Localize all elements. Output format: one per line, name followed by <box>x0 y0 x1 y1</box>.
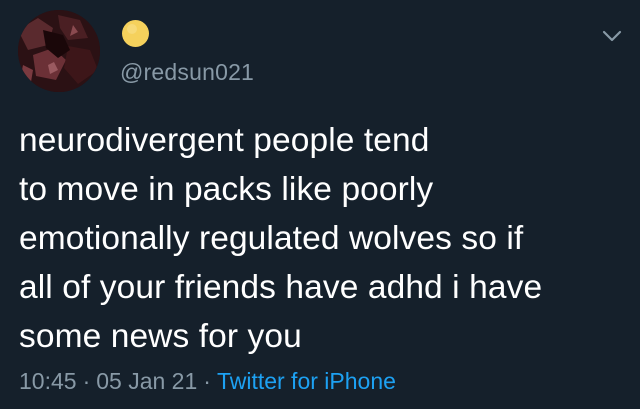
chevron-down-icon[interactable] <box>600 24 624 48</box>
avatar[interactable] <box>18 10 100 92</box>
tweet-source-link[interactable]: Twitter for iPhone <box>217 368 396 394</box>
avatar-image <box>18 10 100 92</box>
separator: · <box>82 368 91 394</box>
tweet-time[interactable]: 10:45 <box>19 368 77 394</box>
tweet-text: neurodivergent people tend to move in pa… <box>19 122 543 355</box>
yellow-circle-emoji-icon <box>122 20 149 47</box>
tweet-card: @redsun021 neurodivergent people tend to… <box>0 0 640 409</box>
tweet-date[interactable]: 05 Jan 21 <box>96 368 197 394</box>
display-name-emoji <box>121 19 150 48</box>
user-handle[interactable]: @redsun021 <box>120 58 254 86</box>
tweet-meta: 10:45 · 05 Jan 21 · Twitter for iPhone <box>19 366 396 396</box>
separator: · <box>203 368 211 394</box>
